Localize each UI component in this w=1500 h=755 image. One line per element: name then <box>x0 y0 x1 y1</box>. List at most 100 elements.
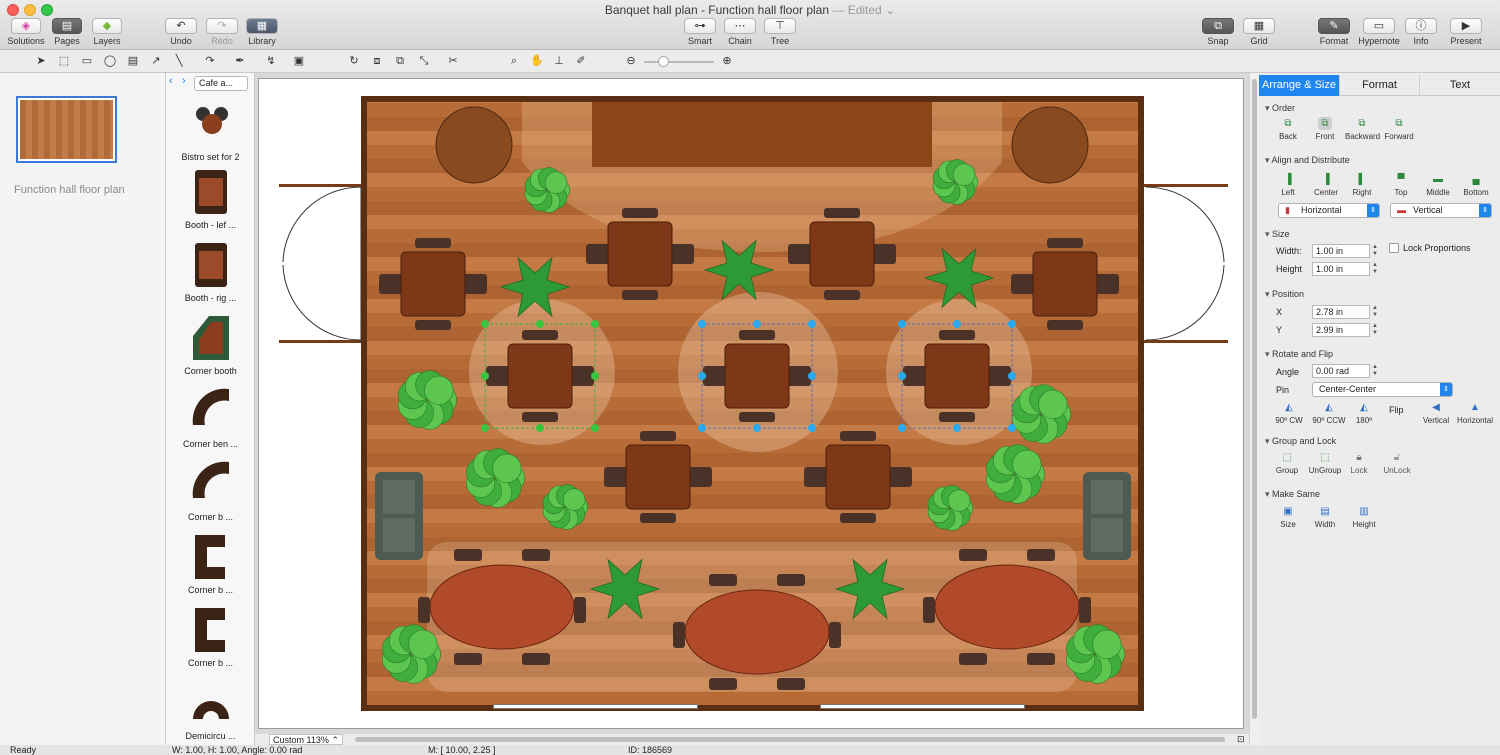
backward-button[interactable]: ⧉ Backward <box>1345 117 1380 141</box>
window-bottom-left[interactable] <box>493 704 698 709</box>
library-item[interactable]: Corner b ... <box>166 460 255 522</box>
floor-plan[interactable] <box>361 96 1144 711</box>
fit-page-icon[interactable]: ⊡ <box>1237 734 1245 745</box>
library-item[interactable]: Corner booth <box>166 314 255 376</box>
rotate-tool-icon[interactable]: ↻ <box>345 53 363 70</box>
selection-box-blue-1[interactable] <box>701 323 813 429</box>
vertical-scroll-thumb[interactable] <box>1252 79 1257 719</box>
text-box-tool-icon[interactable]: ⬚ <box>55 53 73 70</box>
redo-button[interactable]: ↷ Redo <box>204 18 240 46</box>
window-bottom-right[interactable] <box>820 704 1025 709</box>
y-stepper[interactable]: ▲ ▼ <box>1371 323 1379 337</box>
align-section-title[interactable]: Align and Distribute <box>1265 155 1350 166</box>
zoom-slider-track[interactable] <box>644 61 714 63</box>
library-item[interactable]: Corner ben ... <box>166 387 255 449</box>
snap-button[interactable]: ⧉ Snap <box>1200 18 1236 46</box>
rectangle-tool-icon[interactable]: ▭ <box>78 53 96 70</box>
bezier-tool-icon[interactable]: ↯ <box>262 53 280 70</box>
blue-handles[interactable] <box>698 320 1016 432</box>
line-tool-icon[interactable]: ↗ <box>147 53 165 70</box>
page-thumbnail[interactable] <box>16 96 117 163</box>
rotate-ccw-button[interactable]: ◭ 90º CCW <box>1311 401 1347 425</box>
flip-vertical-button[interactable]: ◀ Vertical <box>1419 401 1453 425</box>
info-button[interactable]: ⓘ Info <box>1402 18 1440 46</box>
zoom-in-icon[interactable]: ⊕ <box>718 53 736 70</box>
make-same-width-button[interactable]: ▤ Width <box>1309 505 1341 529</box>
flip-horizontal-button[interactable]: ▲ Horizontal <box>1455 401 1495 425</box>
back-button[interactable]: ⧉ Back <box>1273 117 1303 141</box>
y-field[interactable]: 2.99 in <box>1312 323 1370 337</box>
library-item[interactable]: Booth - lef ... <box>166 168 255 230</box>
selection-box-green[interactable] <box>484 323 596 429</box>
align-bottom-button[interactable]: ▄ Bottom <box>1459 173 1493 197</box>
distribute-vertical-select[interactable]: ▬ Vertical ⇕ <box>1390 203 1492 218</box>
front-button[interactable]: ⧉ Front <box>1310 117 1340 141</box>
hypernote-button[interactable]: ▭ Hypernote <box>1356 18 1402 46</box>
pen-tool-icon[interactable]: ✒ <box>231 53 249 70</box>
x-field[interactable]: 2.78 in <box>1312 305 1370 319</box>
lock-proportions-label[interactable]: Lock Proportions <box>1403 243 1471 253</box>
layers-button[interactable]: ◆ Layers <box>88 18 126 46</box>
position-section-title[interactable]: Position <box>1265 289 1304 300</box>
vertical-scrollbar[interactable] <box>1249 73 1259 745</box>
present-button[interactable]: ▶ Present <box>1444 18 1488 46</box>
hand-tool-icon[interactable]: ✋ <box>528 53 546 70</box>
lock-proportions-checkbox[interactable] <box>1389 243 1399 253</box>
angle-stepper[interactable]: ▲ ▼ <box>1371 364 1379 378</box>
drawing-page[interactable] <box>258 78 1244 729</box>
tab-arrange-size[interactable]: Arrange & Size <box>1259 75 1340 96</box>
rotate-section-title[interactable]: Rotate and Flip <box>1265 349 1333 360</box>
library-button[interactable]: ▦ Library <box>244 18 280 46</box>
size-section-title[interactable]: Size <box>1265 229 1290 240</box>
eyedropper-tool-icon[interactable]: ✐ <box>572 53 590 70</box>
group-tool-icon[interactable]: ⧉ <box>391 53 409 70</box>
make-same-height-button[interactable]: ▥ Height <box>1347 505 1381 529</box>
library-forward-icon[interactable]: › <box>182 75 186 87</box>
smart-group-icon[interactable]: ⧈ <box>368 53 386 70</box>
library-select[interactable]: Cafe a... <box>194 76 248 91</box>
rotate-180-button[interactable]: ◭ 180º <box>1349 401 1379 425</box>
height-field[interactable]: 1.00 in <box>1312 262 1370 276</box>
right-double-door[interactable] <box>1144 184 1228 344</box>
zoom-slider-knob[interactable] <box>658 56 669 67</box>
note-tool-icon[interactable]: ▤ <box>124 53 142 70</box>
width-stepper[interactable]: ▲ ▼ <box>1371 244 1379 258</box>
page-name[interactable]: Function hall floor plan <box>14 184 125 196</box>
zoom-level-select[interactable]: Custom 113% ⌃ <box>269 734 343 745</box>
undo-button[interactable]: ↶ Undo <box>163 18 199 46</box>
align-center-button[interactable]: ▐ Center <box>1311 173 1341 197</box>
zoom-tool-icon[interactable]: ⌕ <box>505 53 523 70</box>
x-stepper[interactable]: ▲ ▼ <box>1371 305 1379 319</box>
smart-button[interactable]: ⊶ Smart <box>682 18 718 46</box>
pages-button[interactable]: ▤ Pages <box>48 18 86 46</box>
unlock-button[interactable]: 🔓︎ UnLock <box>1379 451 1415 475</box>
align-middle-button[interactable]: ▬ Middle <box>1423 173 1453 197</box>
stamp-tool-icon[interactable]: ⊥ <box>550 53 568 70</box>
select-tool-icon[interactable]: ➤ <box>32 53 50 70</box>
straight-line-tool-icon[interactable]: ╲ <box>170 53 188 70</box>
height-stepper[interactable]: ▲ ▼ <box>1371 262 1379 276</box>
format-button[interactable]: ✎ Format <box>1312 18 1356 46</box>
connector-tool-icon[interactable]: ⤡ <box>415 53 433 70</box>
group-section-title[interactable]: Group and Lock <box>1265 436 1336 447</box>
align-top-button[interactable]: ▀ Top <box>1386 173 1416 197</box>
pin-select[interactable]: Center-Center ⇕ <box>1312 382 1453 397</box>
align-right-button[interactable]: ▌ Right <box>1347 173 1377 197</box>
library-item[interactable]: Booth - rig ... <box>166 241 255 303</box>
library-item[interactable]: Bistro set for 2 <box>166 100 255 162</box>
group-button[interactable]: ⬚ Group <box>1271 451 1303 475</box>
lock-button[interactable]: 🔒︎ Lock <box>1344 451 1374 475</box>
make-same-section-title[interactable]: Make Same <box>1265 489 1320 500</box>
green-handles[interactable] <box>481 320 599 432</box>
forward-button[interactable]: ⧉ Forward <box>1382 117 1416 141</box>
chain-button[interactable]: ⋯ Chain <box>722 18 758 46</box>
zoom-out-icon[interactable]: ⊖ <box>622 53 640 70</box>
ellipse-tool-icon[interactable]: ◯ <box>101 53 119 70</box>
grid-button[interactable]: ▦ Grid <box>1241 18 1277 46</box>
left-double-door[interactable] <box>279 184 363 344</box>
edited-indicator[interactable]: — Edited ⌄ <box>832 3 895 17</box>
distribute-horizontal-select[interactable]: ▮ Horizontal ⇕ <box>1278 203 1380 218</box>
tab-format[interactable]: Format <box>1340 75 1420 96</box>
ungroup-button[interactable]: ⬚ UnGroup <box>1305 451 1345 475</box>
horizontal-scroll-thumb[interactable] <box>355 737 1225 742</box>
